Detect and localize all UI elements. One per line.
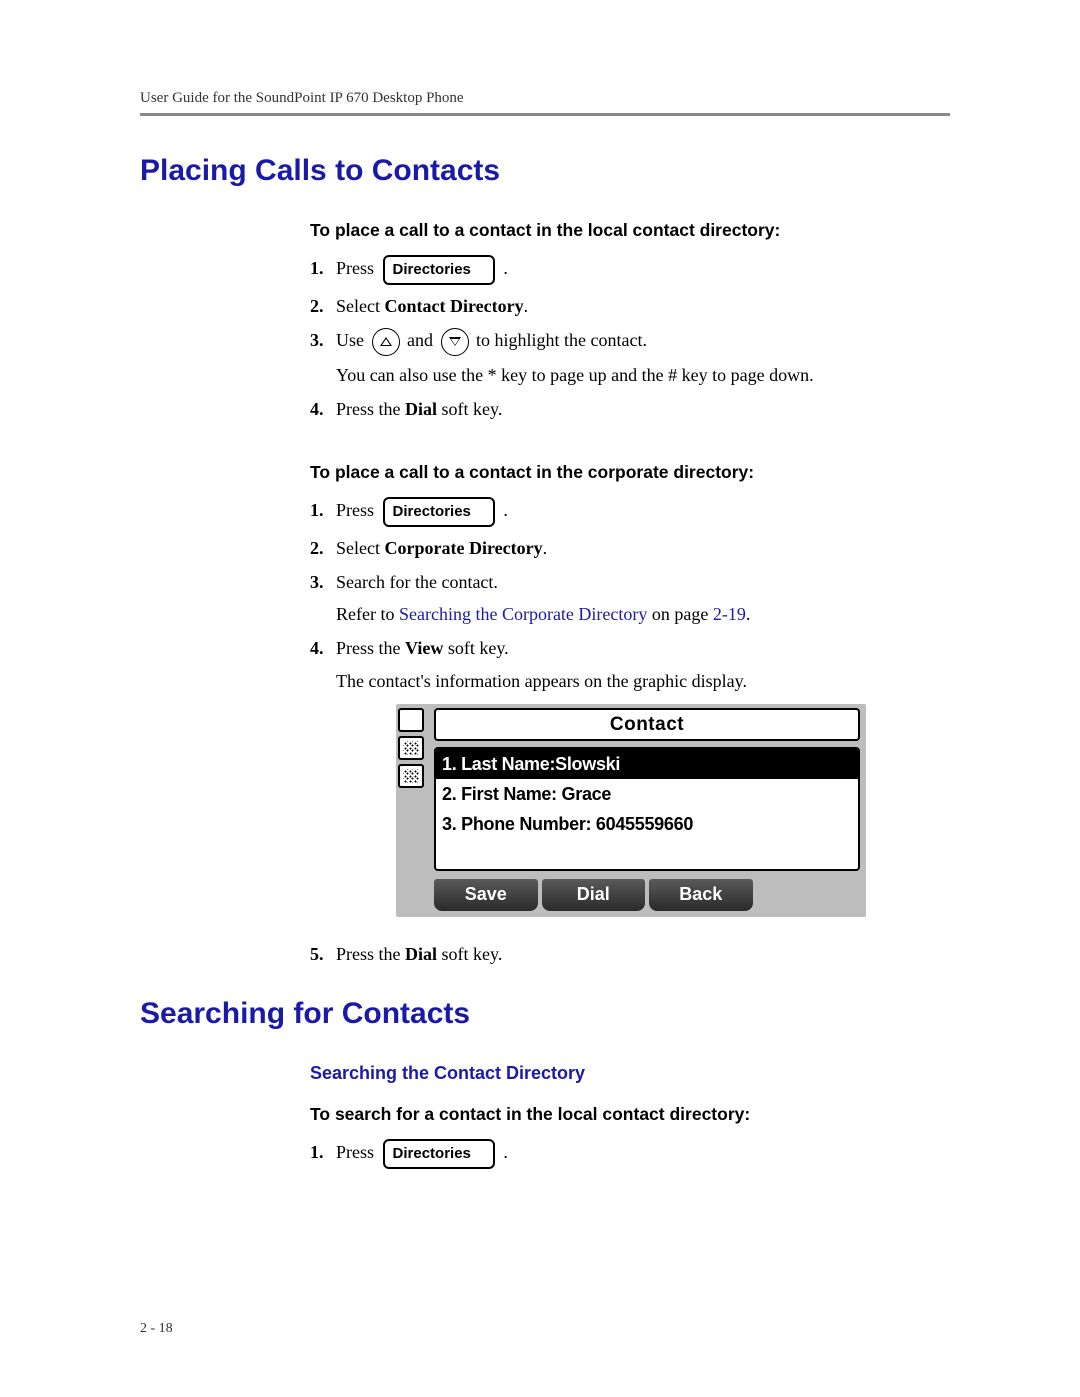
steps-search-local: 1. Press Directories .	[310, 1139, 940, 1169]
steps-local: 1. Press Directories . 2. Select Contact…	[310, 255, 940, 422]
step-text: soft key.	[437, 944, 502, 964]
step-text: Use	[336, 330, 369, 350]
step-text: Press	[336, 258, 374, 278]
step: 3. Use and to highlight the contact. You…	[310, 327, 940, 388]
steps-corporate: 1. Press Directories . 2. Select Corpora…	[310, 497, 940, 967]
step-subtext: Refer to	[336, 604, 399, 624]
step-text: Select	[336, 538, 384, 558]
phone-side-icons	[396, 704, 430, 918]
step-bold: Dial	[405, 944, 437, 964]
page-number: 2 - 18	[140, 1321, 173, 1337]
softkey-empty: .	[757, 879, 861, 911]
screen-title: Contact	[434, 708, 860, 742]
step: 3. Search for the contact. Refer to Sear…	[310, 569, 940, 627]
step-text: .	[524, 296, 529, 316]
page-ref[interactable]: 2-19	[713, 604, 746, 624]
step-number: 4.	[310, 396, 336, 422]
section-searching-contacts: Searching for Contacts	[140, 997, 950, 1031]
header-rule	[140, 113, 950, 116]
step-text: to highlight the contact.	[476, 330, 647, 350]
contact-row: 3. Phone Number: 6045559660	[436, 809, 858, 839]
step-bold: Dial	[405, 399, 437, 419]
step-subtext: on page	[647, 604, 712, 624]
step-text: Press the	[336, 638, 405, 658]
step-number: 1.	[310, 255, 336, 281]
step: 2. Select Corporate Directory.	[310, 535, 940, 561]
step-number: 5.	[310, 941, 336, 967]
step: 1. Press Directories .	[310, 255, 940, 285]
document-header: User Guide for the SoundPoint IP 670 Des…	[140, 90, 950, 113]
step-number: 3.	[310, 327, 336, 353]
step-text: Select	[336, 296, 384, 316]
step-text: .	[503, 1142, 508, 1162]
phone-screen-illustration: Contact 1. Last Name:Slowski 2. First Na…	[396, 704, 866, 918]
subhead-local-dir: To place a call to a contact in the loca…	[310, 220, 940, 241]
subhead-search-local: To search for a contact in the local con…	[310, 1104, 940, 1125]
step-number: 1.	[310, 1139, 336, 1165]
step-number: 2.	[310, 535, 336, 561]
step-text: Press	[336, 1142, 374, 1162]
step: 1. Press Directories .	[310, 497, 940, 527]
step-text: Press the	[336, 399, 405, 419]
step-subtext: .	[746, 604, 751, 624]
step-number: 4.	[310, 635, 336, 661]
step: 2. Select Contact Directory.	[310, 293, 940, 319]
step: 4. Press the View soft key. The contact'…	[310, 635, 940, 933]
step: 5. Press the Dial soft key.	[310, 941, 940, 967]
step-subtext: The contact's information appears on the…	[336, 668, 940, 694]
step-bold: View	[405, 638, 443, 658]
step-text: Press	[336, 500, 374, 520]
step-text: Search for the contact.	[336, 572, 498, 592]
step-text: soft key.	[443, 638, 508, 658]
step-text: and	[407, 330, 438, 350]
softkey-row: Save Dial Back .	[434, 879, 860, 911]
step-number: 1.	[310, 497, 336, 523]
step-bold: Contact Directory	[384, 296, 523, 316]
step: 1. Press Directories .	[310, 1139, 940, 1169]
directories-button-icon: Directories	[383, 255, 495, 285]
phone-keypad-icon	[398, 736, 424, 760]
step-number: 3.	[310, 569, 336, 595]
contact-row-selected: 1. Last Name:Slowski	[436, 749, 858, 779]
subhead-corporate-dir: To place a call to a contact in the corp…	[310, 462, 940, 483]
step-text: soft key.	[437, 399, 502, 419]
contact-list: 1. Last Name:Slowski 2. First Name: Grac…	[434, 747, 860, 871]
step-subtext: You can also use the * key to page up an…	[336, 362, 940, 388]
step-number: 2.	[310, 293, 336, 319]
step-text: .	[543, 538, 548, 558]
step-bold: Corporate Directory	[384, 538, 542, 558]
step-text: Press the	[336, 944, 405, 964]
arrow-down-icon	[441, 328, 469, 356]
arrow-up-icon	[372, 328, 400, 356]
cross-ref-link[interactable]: Searching the Corporate Directory	[399, 604, 647, 624]
directories-button-icon: Directories	[383, 1139, 495, 1169]
directories-button-icon: Directories	[383, 497, 495, 527]
phone-keypad-icon	[398, 764, 424, 788]
step-text: .	[503, 258, 508, 278]
softkey-save: Save	[434, 879, 538, 911]
phone-line-icon	[398, 708, 424, 732]
softkey-back: Back	[649, 879, 753, 911]
subhead-searching-contact-dir: Searching the Contact Directory	[310, 1063, 940, 1084]
section-placing-calls: Placing Calls to Contacts	[140, 154, 950, 188]
step-text: .	[503, 500, 508, 520]
step: 4. Press the Dial soft key.	[310, 396, 940, 422]
contact-row: 2. First Name: Grace	[436, 779, 858, 809]
softkey-dial: Dial	[542, 879, 646, 911]
